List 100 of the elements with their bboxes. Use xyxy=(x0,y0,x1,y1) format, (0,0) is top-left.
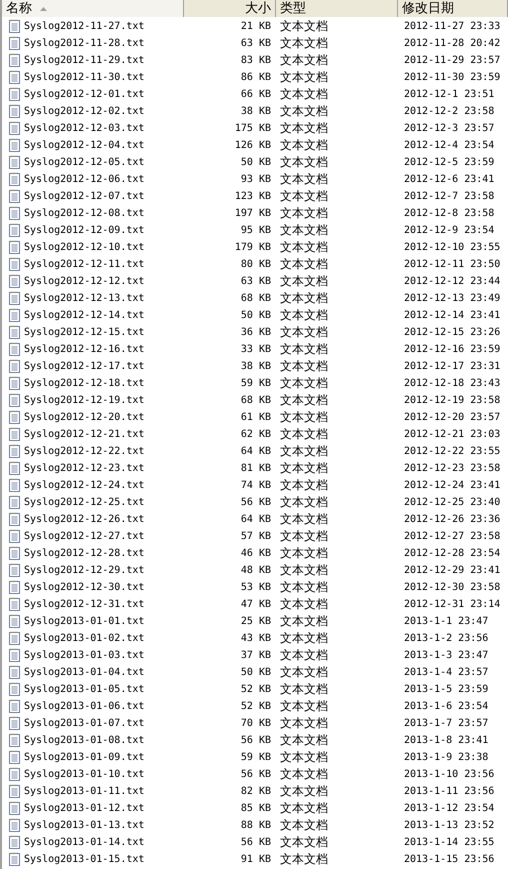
text-file-icon xyxy=(9,342,20,356)
file-name[interactable]: Syslog2013-01-05.txt xyxy=(24,682,144,696)
modified-date: 2012-12-15 23:26 xyxy=(404,326,500,338)
file-type: 文本文档 xyxy=(280,461,328,475)
text-file-icon xyxy=(9,223,20,237)
file-name[interactable]: Syslog2013-01-09.txt xyxy=(24,750,144,764)
file-name[interactable]: Syslog2012-11-28.txt xyxy=(24,36,144,50)
file-size: 38 KB xyxy=(240,360,271,374)
modified-date: 2012-12-27 23:58 xyxy=(404,530,500,542)
file-name[interactable]: Syslog2013-01-06.txt xyxy=(24,698,144,714)
file-size: 38 KB xyxy=(240,104,271,118)
file-name[interactable]: Syslog2012-12-26.txt xyxy=(24,512,144,526)
file-name[interactable]: Syslog2012-12-25.txt xyxy=(24,494,144,510)
file-type: 文本文档 xyxy=(280,580,328,594)
file-name[interactable]: Syslog2012-12-27.txt xyxy=(24,528,144,544)
modified-date: 2012-11-29 23:57 xyxy=(404,54,500,66)
file-name[interactable]: Syslog2013-01-12.txt xyxy=(24,800,144,816)
column-header[interactable]: 修改日期 xyxy=(398,0,508,17)
file-name[interactable]: Syslog2012-12-14.txt xyxy=(24,308,144,322)
file-type: 文本文档 xyxy=(280,376,328,390)
text-file-icon xyxy=(9,155,20,169)
text-file-icon xyxy=(9,563,20,577)
file-type: 文本文档 xyxy=(280,614,328,628)
file-type: 文本文档 xyxy=(280,427,328,441)
file-type: 文本文档 xyxy=(280,546,328,560)
file-name[interactable]: Syslog2013-01-14.txt xyxy=(24,834,144,850)
file-name[interactable]: Syslog2012-12-13.txt xyxy=(24,290,144,306)
file-size: 63 KB xyxy=(240,36,271,50)
modified-date: 2012-12-8 23:58 xyxy=(404,208,494,218)
file-name[interactable]: Syslog2012-12-23.txt xyxy=(24,460,144,476)
file-name[interactable]: Syslog2012-12-20.txt xyxy=(24,410,144,424)
file-size: 74 KB xyxy=(240,478,271,492)
file-name[interactable]: Syslog2013-01-08.txt xyxy=(24,732,144,748)
file-name[interactable]: Syslog2012-11-30.txt xyxy=(24,70,144,84)
file-name[interactable]: Syslog2013-01-04.txt xyxy=(24,664,144,680)
file-type: 文本文档 xyxy=(280,529,328,543)
text-file-icon xyxy=(9,410,20,424)
modified-date: 2012-12-29 23:41 xyxy=(404,564,500,576)
file-name[interactable]: Syslog2012-12-21.txt xyxy=(24,426,144,442)
file-name[interactable]: Syslog2012-12-18.txt xyxy=(24,376,144,390)
file-name[interactable]: Syslog2013-01-15.txt xyxy=(24,852,144,866)
file-name[interactable]: Syslog2013-01-03.txt xyxy=(24,648,144,662)
file-name[interactable]: Syslog2012-12-16.txt xyxy=(24,342,144,356)
file-name[interactable]: Syslog2013-01-02.txt xyxy=(24,630,144,646)
file-size: 33 KB xyxy=(240,342,271,356)
file-name[interactable]: Syslog2012-12-22.txt xyxy=(24,444,144,458)
file-name[interactable]: Syslog2012-12-04.txt xyxy=(24,138,144,152)
file-type: 文本文档 xyxy=(280,665,328,679)
file-name[interactable]: Syslog2012-12-24.txt xyxy=(24,478,144,492)
file-name[interactable]: Syslog2013-01-07.txt xyxy=(24,716,144,730)
file-type: 文本文档 xyxy=(280,223,328,237)
file-name[interactable]: Syslog2012-12-08.txt xyxy=(24,206,144,220)
text-file-icon xyxy=(9,104,20,118)
modified-date: 2012-12-21 23:03 xyxy=(404,428,500,440)
file-name[interactable]: Syslog2012-12-28.txt xyxy=(24,546,144,560)
file-name[interactable]: Syslog2012-12-19.txt xyxy=(24,392,144,408)
file-name[interactable]: Syslog2012-12-09.txt xyxy=(24,222,144,238)
file-name[interactable]: Syslog2012-12-03.txt xyxy=(24,120,144,136)
file-name[interactable]: Syslog2012-12-31.txt xyxy=(24,596,144,612)
text-file-icon xyxy=(9,716,20,730)
file-type: 文本文档 xyxy=(280,631,328,645)
column-header[interactable]: 大小 xyxy=(184,0,276,17)
file-size: 126 KB xyxy=(234,138,271,152)
text-file-icon xyxy=(9,274,20,288)
file-name[interactable]: Syslog2012-12-07.txt xyxy=(24,188,144,204)
file-type: 文本文档 xyxy=(280,359,328,373)
file-type: 文本文档 xyxy=(280,172,328,186)
modified-date: 2013-1-10 23:56 xyxy=(404,768,494,780)
file-name[interactable]: Syslog2012-12-12.txt xyxy=(24,274,144,288)
text-file-icon xyxy=(9,648,20,662)
modified-date: 2012-12-30 23:58 xyxy=(404,582,500,592)
file-size: 81 KB xyxy=(240,462,271,476)
text-file-icon xyxy=(9,733,20,747)
modified-date: 2013-1-1 23:47 xyxy=(404,616,488,626)
file-size: 62 KB xyxy=(240,428,271,442)
file-size: 63 KB xyxy=(240,274,271,288)
file-name[interactable]: Syslog2012-12-10.txt xyxy=(24,240,144,254)
file-name[interactable]: Syslog2013-01-01.txt xyxy=(24,614,144,628)
file-name[interactable]: Syslog2012-12-06.txt xyxy=(24,172,144,186)
file-name[interactable]: Syslog2012-12-29.txt xyxy=(24,562,144,578)
file-name[interactable]: Syslog2012-12-01.txt xyxy=(24,86,144,102)
file-name[interactable]: Syslog2012-12-17.txt xyxy=(24,358,144,374)
file-name[interactable]: Syslog2013-01-13.txt xyxy=(24,818,144,832)
file-name[interactable]: Syslog2012-12-05.txt xyxy=(24,154,144,170)
column-header[interactable]: 名称 xyxy=(2,0,184,17)
file-name[interactable]: Syslog2012-12-11.txt xyxy=(24,256,144,272)
file-size: 56 KB xyxy=(240,768,271,782)
file-type: 文本文档 xyxy=(280,240,328,254)
file-size: 66 KB xyxy=(240,88,271,102)
file-name[interactable]: Syslog2013-01-10.txt xyxy=(24,766,144,782)
file-name[interactable]: Syslog2013-01-11.txt xyxy=(24,784,144,798)
file-name[interactable]: Syslog2012-12-30.txt xyxy=(24,580,144,594)
file-size: 36 KB xyxy=(240,326,271,340)
file-name[interactable]: Syslog2012-11-27.txt xyxy=(24,18,144,34)
file-name[interactable]: Syslog2012-12-15.txt xyxy=(24,324,144,340)
column-header[interactable]: 类型 xyxy=(276,0,398,17)
file-name[interactable]: Syslog2012-12-02.txt xyxy=(24,104,144,118)
modified-date: 2013-1-7 23:57 xyxy=(404,718,488,728)
file-type: 文本文档 xyxy=(280,784,328,798)
file-name[interactable]: Syslog2012-11-29.txt xyxy=(24,52,144,68)
